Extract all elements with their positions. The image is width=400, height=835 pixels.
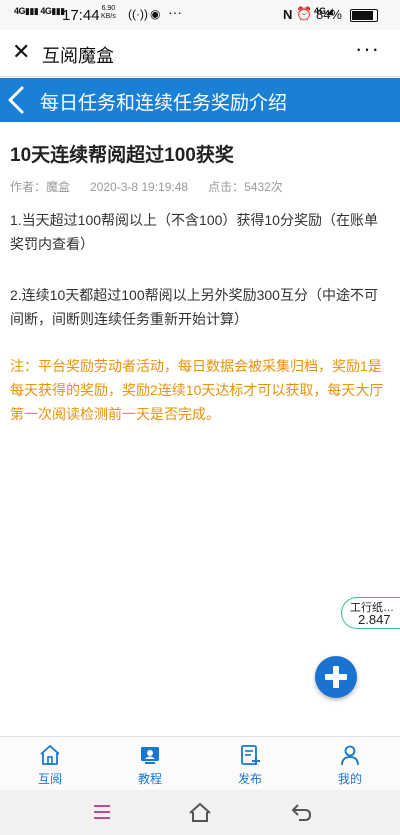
tab-profile[interactable]: 我的 — [300, 737, 400, 791]
network-speed-unit: KB/s — [101, 13, 116, 20]
alarm-icon: ⏰ — [296, 6, 313, 21]
signal-indicator: 4G▮▮▮ 4G▮▮▮ — [14, 6, 65, 16]
battery-icon — [350, 9, 378, 22]
article-meta: 作者：魔盒 2020-3-8 19:19:48 点击：5432次 — [10, 178, 303, 195]
tab-publish[interactable]: 发布 — [200, 737, 300, 791]
menu-icon[interactable] — [92, 803, 112, 821]
add-button[interactable] — [315, 656, 357, 698]
hotspot-icon: ((·)) — [128, 7, 148, 21]
publish-icon — [241, 745, 260, 765]
article-author: 作者：魔盒 — [10, 180, 71, 194]
close-icon[interactable]: ✕ — [12, 39, 30, 65]
article-clicks: 点击：5432次 — [208, 180, 283, 194]
tab-home[interactable]: 互阅 — [0, 737, 100, 791]
message-icon: ◉ — [150, 7, 161, 21]
tab-profile-label: 我的 — [337, 772, 362, 786]
back-arrow-icon[interactable] — [4, 82, 30, 118]
article-title: 10天连续帮阅超过100获奖 — [10, 145, 234, 166]
article-note: 注：平台奖励劳动者活动，每日数据会被采集归档，奖励1是每天获得的奖励，奖励2连续… — [10, 358, 384, 422]
app-header: ✕ 互阅魔盒 ··· — [0, 30, 400, 77]
network-speed: 6.90 KB/s — [101, 5, 116, 21]
tab-publish-label: 发布 — [237, 772, 262, 786]
bottom-tab-bar: 互阅 教程 发布 我的 — [0, 736, 400, 791]
signal-2-label: 4G — [40, 6, 52, 16]
network-speed-value: 6.90 — [101, 5, 116, 12]
article-paragraph: 1.当天超过100帮阅以上（不含100）获得10分奖励（在账单奖罚内查看） — [10, 212, 378, 252]
tab-tutorial-label: 教程 — [137, 772, 162, 786]
page-nav-bar: 每日任务和连续任务奖励介绍 — [0, 78, 400, 122]
stock-widget[interactable]: 工行纸… 2.847 — [341, 597, 400, 629]
back-nav-icon[interactable] — [290, 802, 312, 822]
more-options-icon[interactable]: ··· — [355, 36, 380, 62]
stock-value: 2.847 — [358, 612, 391, 627]
system-navigation-bar — [0, 790, 400, 835]
tutorial-icon — [141, 747, 159, 764]
nfc-icon: N — [283, 7, 293, 22]
article-date: 2020-3-8 19:19:48 — [90, 180, 189, 194]
home-icon — [40, 745, 60, 765]
signal-1-label: 4G — [14, 6, 26, 16]
tab-home-label: 互阅 — [37, 772, 62, 786]
home-nav-icon[interactable] — [188, 801, 212, 823]
more-status-icon: ··· — [168, 4, 182, 20]
page-title: 每日任务和连续任务奖励介绍 — [40, 93, 288, 114]
status-bar: 4G▮▮▮ 4G▮▮▮ 17:44 6.90 KB/s ((·)) ◉ ··· … — [0, 0, 400, 30]
profile-icon — [341, 745, 359, 766]
app-title: 互阅魔盒 — [42, 46, 114, 66]
tab-tutorial[interactable]: 教程 — [100, 737, 200, 791]
clock: 17:44 — [62, 7, 100, 24]
article-paragraph: 2.连续10天都超过100帮阅以上另外奖励300互分（中途不可间断，间断则连续任… — [10, 287, 378, 327]
plus-icon — [325, 666, 347, 688]
battery-percent: 84% — [315, 7, 342, 22]
